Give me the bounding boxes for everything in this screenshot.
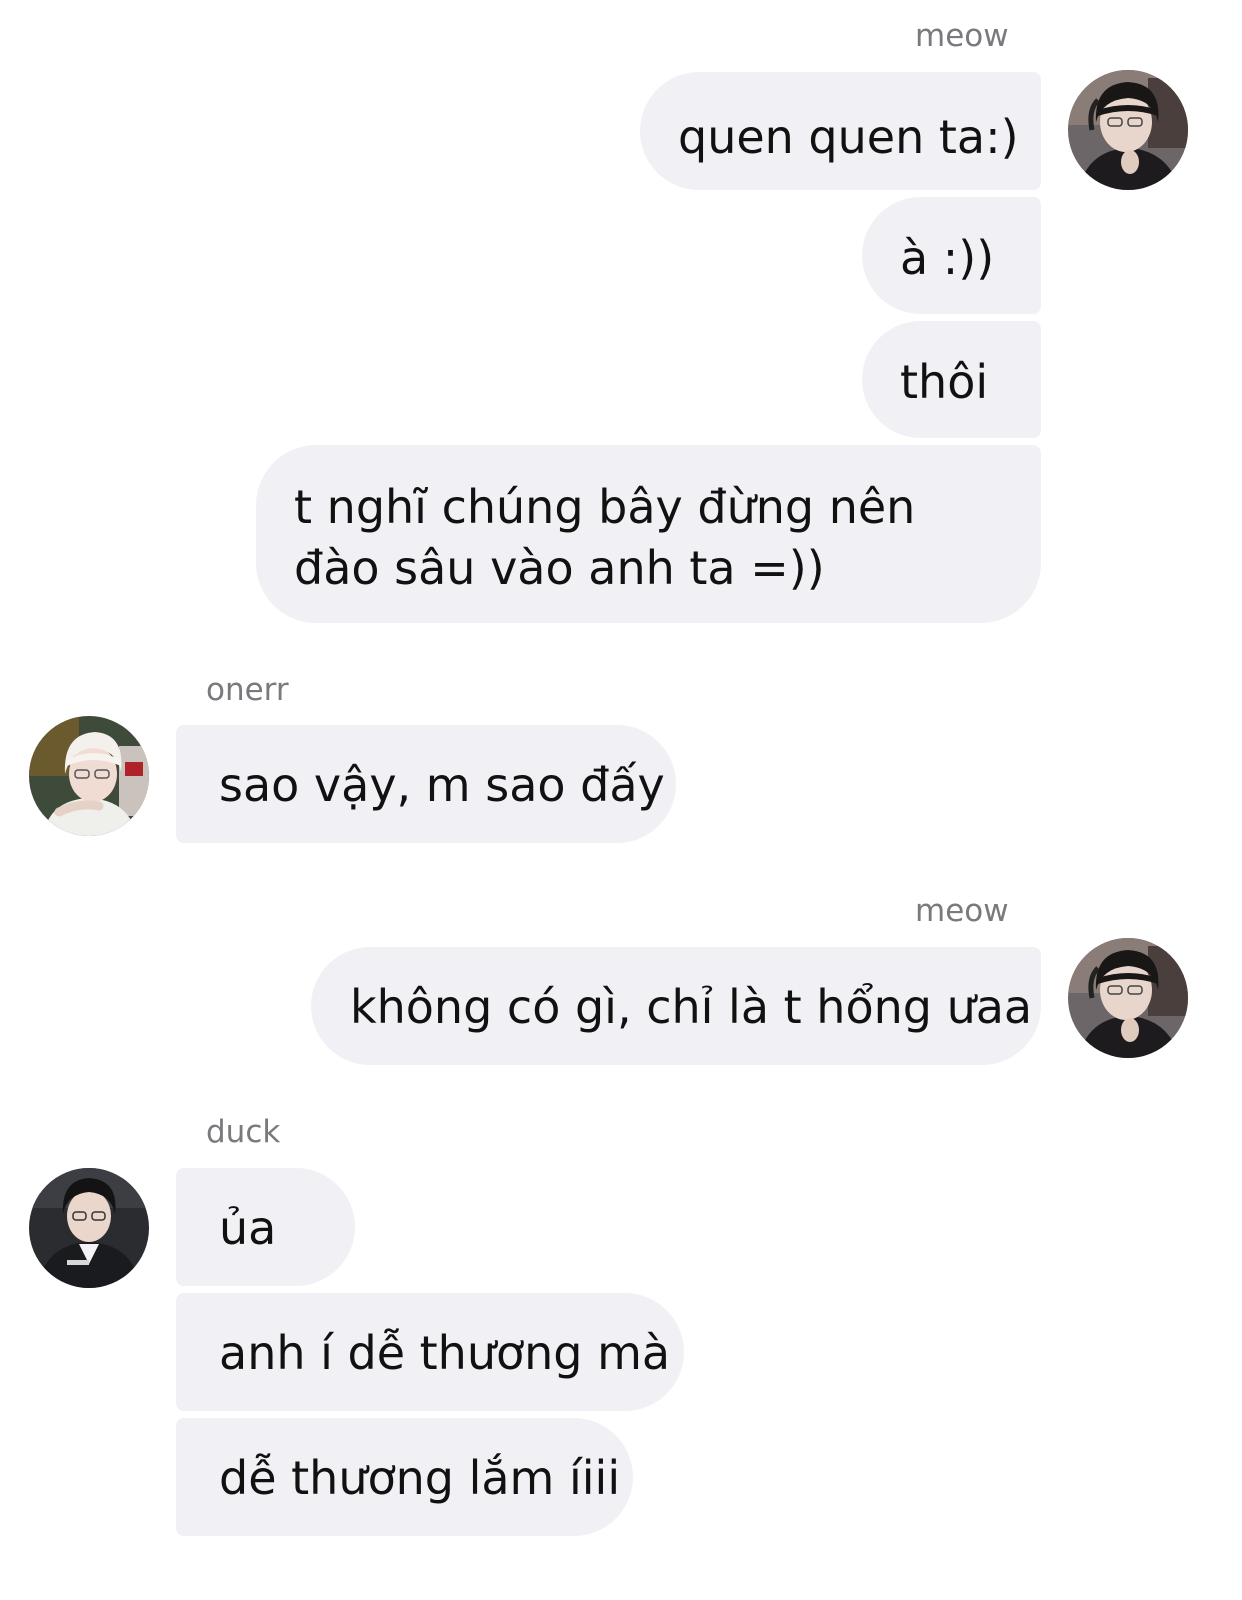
message-bubble[interactable]: anh í dễ thương mà <box>176 1293 684 1411</box>
message-bubble[interactable]: quen quen ta:) <box>640 72 1041 190</box>
meow-avatar-icon[interactable] <box>1068 70 1188 190</box>
meow-avatar-icon[interactable] <box>1068 938 1188 1058</box>
sender-name: duck <box>206 1114 281 1150</box>
message-bubble[interactable]: à :)) <box>862 197 1041 314</box>
message-bubble[interactable]: thôi <box>862 321 1041 438</box>
sender-name: onerr <box>206 672 289 708</box>
message-bubble[interactable]: ủa <box>176 1168 355 1286</box>
sender-name: meow <box>915 893 1009 929</box>
message-bubble[interactable]: dễ thương lắm íiii <box>176 1418 633 1536</box>
message-bubble[interactable]: không có gì, chỉ là t hổng ưaa <box>311 947 1041 1065</box>
message-bubble[interactable]: t nghĩ chúng bây đừng nên đào sâu vào an… <box>256 445 1041 623</box>
sender-name: meow <box>915 18 1009 54</box>
duck-avatar-icon[interactable] <box>29 1168 149 1288</box>
message-bubble[interactable]: sao vậy, m sao đấy <box>176 725 676 843</box>
onerr-avatar-icon[interactable] <box>29 716 149 836</box>
